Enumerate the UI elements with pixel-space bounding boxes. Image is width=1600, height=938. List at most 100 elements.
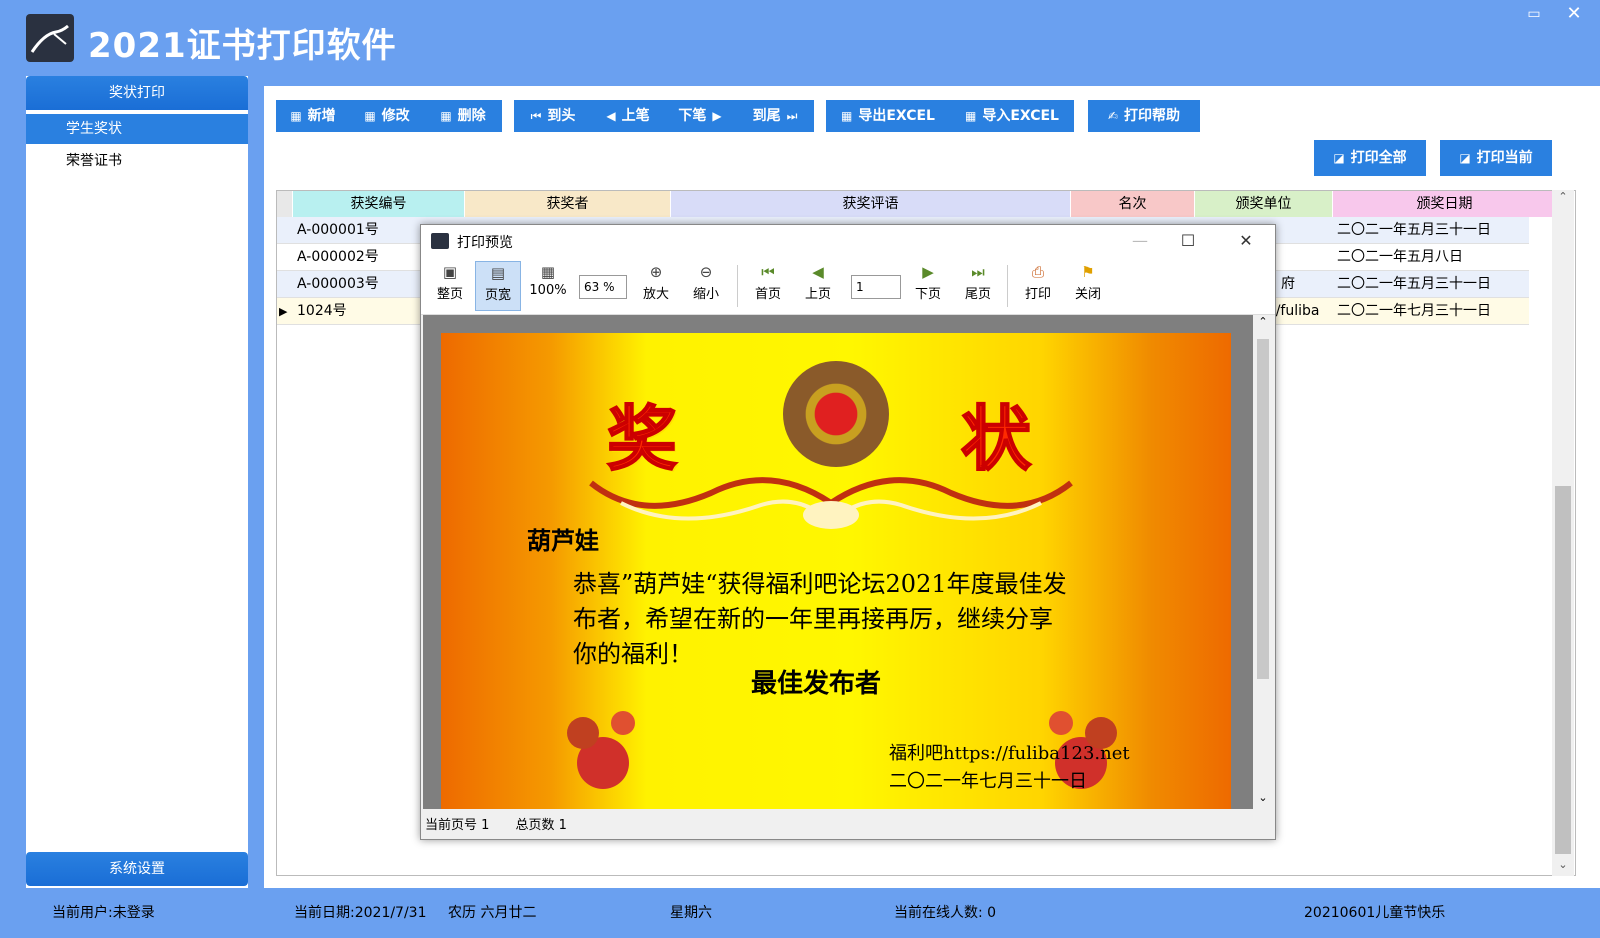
cell-date[interactable]: 二〇二一年五月三十一日 [1333, 217, 1533, 244]
scroll-down-icon[interactable]: ⌄ [1552, 858, 1574, 876]
preview-scroll-thumb[interactable] [1257, 339, 1269, 679]
next-page-button[interactable]: ▶ 下页 [905, 261, 951, 311]
print-all-button[interactable]: ◪ 打印全部 [1314, 140, 1426, 176]
print-button[interactable]: ⎙ 打印 [1015, 261, 1061, 311]
sidebar-header-system-settings[interactable]: 系统设置 [26, 852, 248, 886]
triangle-right-icon: ▶ [712, 109, 722, 123]
whole-page-button[interactable]: ▣ 整页 [427, 261, 473, 311]
certificate-award-title: 最佳发布者 [751, 669, 882, 699]
print-help-label: 打印帮助 [1124, 108, 1181, 124]
scroll-down-icon[interactable]: ⌄ [1253, 791, 1273, 809]
page-number-input[interactable]: 1 [851, 275, 901, 299]
edit-button[interactable]: ▦ 修改 [350, 100, 424, 132]
zoom-in-icon: ⊕ [649, 263, 663, 281]
status-current-user: 当前用户:未登录 [52, 905, 155, 921]
cell-date[interactable]: 二〇二一年五月八日 [1333, 244, 1533, 271]
zoom-out-button[interactable]: ⊖ 缩小 [683, 261, 729, 311]
page-icon: ▣ [442, 263, 458, 281]
actual-size-button[interactable]: ▦ 100% [525, 261, 571, 311]
grid-icon: ▦ [290, 109, 302, 123]
column-header-winner[interactable]: 获奖者 [465, 191, 671, 217]
last-page-button[interactable]: ⏭ 尾页 [955, 261, 1001, 311]
last-page-icon: ⏭ [971, 263, 985, 281]
maximize-icon[interactable]: ▭ [1522, 4, 1546, 24]
app-logo [26, 14, 74, 62]
close-icon[interactable]: ✕ [1231, 229, 1261, 253]
print-current-button[interactable]: ◪ 打印当前 [1440, 140, 1552, 176]
last-page-label: 尾页 [964, 287, 991, 302]
app-small-icon [431, 233, 449, 249]
grid-icon: ▦ [364, 109, 376, 123]
current-row-marker-icon: ▶ [279, 305, 288, 318]
first-record-button[interactable]: ⏮ 到头 [514, 100, 592, 132]
page-width-button[interactable]: ▤ 页宽 [475, 261, 521, 311]
delete-button[interactable]: ▦ 删除 [424, 100, 502, 132]
exit-icon: ⚑ [1081, 263, 1095, 281]
sidebar-item-honor-certificate[interactable]: 荣誉证书 [26, 146, 248, 176]
import-excel-button[interactable]: ▦ 导入EXCEL [950, 100, 1074, 132]
skip-first-icon: ⏮ [530, 109, 542, 123]
dialog-title: 打印预览 [457, 235, 513, 251]
cell-date[interactable]: 二〇二一年七月三十一日 [1333, 298, 1533, 325]
cell-date[interactable]: 二〇二一年五月三十一日 [1333, 271, 1533, 298]
print-help-button[interactable]: ✍ 打印帮助 [1088, 100, 1200, 132]
prev-page-button[interactable]: ◀ 上页 [795, 261, 841, 311]
preview-canvas[interactable]: 奖 状 葫芦娃 恭喜”葫芦娃“获得福利吧论坛2021年度最佳发布者，希望在新的一… [423, 315, 1253, 809]
sidebar-item-student-award[interactable]: 学生奖状 [26, 114, 248, 144]
column-header-date[interactable]: 颁奖日期 [1333, 191, 1557, 217]
printer-icon: ◪ [1459, 151, 1471, 165]
sidebar-header-award-print[interactable]: 奖状打印 [26, 76, 248, 110]
column-header-issuer[interactable]: 颁奖单位 [1195, 191, 1333, 217]
table-vertical-scrollbar[interactable]: ⌃ ⌄ [1552, 190, 1574, 876]
preview-status-bar: 当前页号 1 总页数 1 [421, 813, 1275, 839]
certificate-date: 二〇二一年七月三十一日 [889, 771, 1087, 792]
dialog-title-bar[interactable]: 打印预览 — ☐ ✕ [421, 225, 1275, 257]
last-record-label: 到尾 [752, 108, 781, 124]
zoom-out-label: 缩小 [692, 287, 719, 302]
preview-vertical-scrollbar[interactable]: ⌃ ⌄ [1253, 315, 1273, 809]
first-page-button[interactable]: ⏮ 首页 [745, 261, 791, 311]
next-record-button[interactable]: 下笔 ▶ [664, 100, 736, 132]
import-excel-label: 导入EXCEL [982, 108, 1059, 124]
column-header-rank[interactable]: 名次 [1071, 191, 1195, 217]
grid-icon: ▦ [440, 109, 452, 123]
preview-toolbar: ▣ 整页 ▤ 页宽 ▦ 100% 63 % ⊕ 放大 ⊖ 缩小 ⏮ 首页 ◀ 上页 1 ▶ 下页… [421, 257, 1275, 315]
scroll-up-icon[interactable]: ⌃ [1253, 315, 1273, 333]
add-button[interactable]: ▦ 新增 [276, 100, 350, 132]
zoom-in-button[interactable]: ⊕ 放大 [633, 261, 679, 311]
status-weekday: 星期六 [670, 905, 712, 921]
table-scroll-thumb[interactable] [1555, 486, 1571, 854]
pen-icon: ✍ [1107, 109, 1119, 123]
prev-record-button[interactable]: ◀ 上笔 [592, 100, 664, 132]
certificate-page: 奖 状 葫芦娃 恭喜”葫芦娃“获得福利吧论坛2021年度最佳发布者，希望在新的一… [441, 333, 1231, 809]
certificate-issuer: 福利吧https://fuliba123.net [889, 743, 1130, 764]
delete-button-label: 删除 [457, 108, 486, 124]
close-icon[interactable]: ✕ [1562, 4, 1586, 24]
last-record-button[interactable]: 到尾 ⏭ [736, 100, 814, 132]
maximize-icon[interactable]: ☐ [1173, 229, 1203, 253]
zoom-input[interactable]: 63 % [579, 275, 627, 299]
cell-issuer[interactable]: //fuliba [1267, 298, 1333, 325]
print-label: 打印 [1024, 287, 1051, 302]
whole-page-label: 整页 [436, 287, 463, 302]
column-header-award-id[interactable]: 获奖编号 [293, 191, 465, 217]
print-current-label: 打印当前 [1476, 150, 1533, 166]
grid-icon: ▦ [841, 109, 853, 123]
edit-button-label: 修改 [381, 108, 410, 124]
cell-issuer[interactable]: 府 [1277, 271, 1333, 298]
toolbar-separator [1007, 265, 1008, 307]
page-width-label: 页宽 [484, 288, 511, 303]
flower-left-icon [567, 711, 635, 789]
print-all-label: 打印全部 [1350, 150, 1407, 166]
minimize-icon[interactable]: — [1125, 229, 1155, 253]
export-excel-button[interactable]: ▦ 导出EXCEL [826, 100, 950, 132]
certificate-recipient: 葫芦娃 [527, 526, 599, 555]
actual-size-label: 100% [529, 283, 567, 298]
close-preview-button[interactable]: ⚑ 关闭 [1065, 261, 1111, 311]
prev-page-label: 上页 [804, 287, 831, 302]
status-slogan: 20210601儿童节快乐 [1304, 905, 1446, 921]
zoom-out-icon: ⊖ [699, 263, 713, 281]
printer-icon: ⎙ [1031, 263, 1044, 281]
column-header-comment[interactable]: 获奖评语 [671, 191, 1071, 217]
scroll-up-icon[interactable]: ⌃ [1552, 190, 1574, 208]
